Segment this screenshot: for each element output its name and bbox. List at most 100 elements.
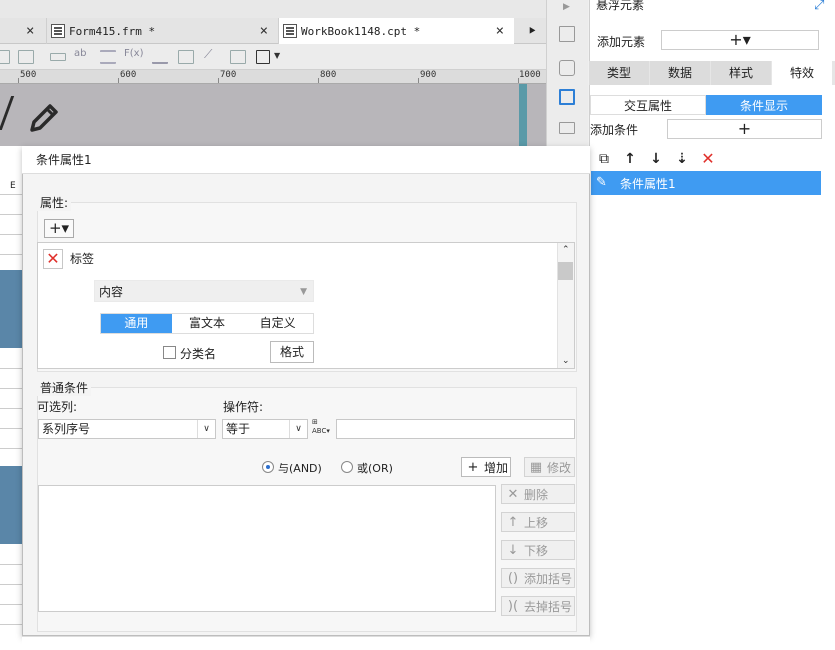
tab-label: Form415.frm * — [69, 24, 156, 38]
properties-legend: 属性: — [37, 194, 72, 211]
normal-condition-legend: 普通条件 — [37, 379, 92, 396]
modify-condition-button[interactable]: ▦ 修改 — [524, 457, 575, 477]
shape-icon[interactable] — [256, 50, 270, 64]
float-element-icon[interactable] — [559, 89, 575, 105]
condition-item[interactable]: ✎ 条件属性1 — [591, 171, 821, 195]
format-button[interactable]: 格式 — [270, 341, 314, 363]
effects-subtabs: 交互属性 条件显示 — [590, 95, 822, 115]
settings-icon[interactable] — [559, 60, 575, 76]
operator-select-value: 等于 — [226, 422, 251, 436]
ruler-mark: 500 — [20, 70, 37, 80]
button-label: 下移 — [524, 543, 549, 558]
tag-type-segments: 通用 富文本 自定义 — [100, 313, 314, 334]
add-condition-label: 添加条件 — [590, 123, 639, 137]
tab-type[interactable]: 类型 — [589, 61, 649, 85]
edit-icon: ▦ — [529, 459, 543, 475]
align-icon[interactable] — [100, 50, 116, 64]
title-strip — [0, 0, 546, 18]
scroll-up-icon[interactable]: ⌃ — [562, 245, 570, 255]
condition-list[interactable] — [38, 485, 496, 612]
move-down-button[interactable]: ↓ 下移 — [501, 540, 575, 560]
add-element-label: 添加元素 — [597, 35, 646, 49]
chevron-down-icon: ▼ — [300, 287, 307, 297]
button-label: 删除 — [524, 487, 549, 502]
radio-or-label: 或(OR) — [357, 462, 393, 475]
border-icon[interactable] — [0, 50, 10, 64]
tab-close-icon[interactable]: × — [496, 23, 504, 39]
arrow-down-icon: ↓ — [507, 542, 519, 558]
canvas-guide — [519, 84, 527, 146]
tab-overflow-icon[interactable]: ⯈ — [518, 18, 546, 44]
textfield-icon[interactable] — [50, 53, 66, 61]
category-checkbox[interactable] — [163, 346, 176, 359]
radio-and[interactable] — [262, 461, 274, 473]
property-tabs: 类型 数据 样式 特效 — [589, 61, 835, 85]
condition-value-input[interactable] — [336, 419, 575, 439]
scroll-down-icon[interactable]: ⌄ — [562, 356, 570, 366]
delete-condition-button[interactable]: ✕ 删除 — [501, 484, 575, 504]
copy-icon[interactable]: ⧉ — [596, 151, 612, 167]
label-widget-icon[interactable]: ab — [74, 48, 90, 62]
column-select[interactable]: 系列序号 ∨ — [38, 419, 216, 439]
move-up-button[interactable]: ↑ 上移 — [501, 512, 575, 532]
radio-or[interactable] — [341, 461, 353, 473]
delete-icon[interactable]: ✕ — [700, 151, 716, 167]
add-condition-entry-button[interactable]: + 增加 — [461, 457, 511, 477]
content-select-value: 内容 — [99, 285, 124, 299]
column-header: E — [10, 181, 16, 191]
button-label: 修改 — [547, 460, 572, 475]
tab-workbook1148[interactable]: WorkBook1148.cpt * × — [278, 18, 514, 44]
tab-data[interactable]: 数据 — [650, 61, 710, 85]
add-bracket-button[interactable]: () 添加括号 — [501, 568, 575, 588]
content-select[interactable]: 内容 ▼ — [94, 280, 314, 302]
remove-bracket-button[interactable]: )( 去掉括号 — [501, 596, 575, 616]
ruler-mark: 600 — [120, 70, 137, 80]
value-type-icon[interactable]: ⊞ ABC▾ — [312, 418, 332, 438]
widget-icon[interactable] — [559, 122, 575, 134]
segment-general[interactable]: 通用 — [101, 314, 172, 333]
arrow-up-icon[interactable]: ↑ — [622, 151, 638, 167]
tab-close-icon[interactable]: × — [260, 23, 268, 39]
tab-style[interactable]: 样式 — [711, 61, 771, 85]
button-label: 添加括号 — [524, 571, 573, 586]
arrow-down-icon[interactable]: ↓ — [648, 151, 664, 167]
add-condition-button[interactable]: + — [667, 119, 822, 139]
dialog-title: 条件属性1 — [22, 146, 590, 174]
remove-bracket-icon: )( — [507, 598, 519, 614]
form-file-icon — [51, 24, 65, 38]
remove-tag-icon[interactable]: ✕ — [43, 249, 63, 269]
segment-rich-text[interactable]: 富文本 — [172, 314, 243, 333]
doc-icon[interactable] — [230, 50, 246, 64]
subtab-interaction[interactable]: 交互属性 — [590, 95, 706, 115]
chevron-down-icon[interactable]: ▼ — [274, 51, 280, 60]
tab-effects[interactable]: 特效 — [772, 61, 832, 85]
column-select-value: 系列序号 — [42, 422, 91, 436]
tab-close-icon[interactable]: × — [26, 23, 34, 39]
operator-select[interactable]: 等于 ∨ — [222, 419, 308, 439]
radio-and-label: 与(AND) — [278, 462, 322, 475]
plus-icon: + — [467, 459, 479, 475]
pencil-icon: ✎ — [596, 175, 607, 190]
formula-icon[interactable]: F(x) — [124, 48, 143, 62]
scrollbar-thumb[interactable] — [558, 262, 573, 280]
subtab-conditional-display[interactable]: 条件显示 — [706, 95, 822, 115]
sheet-bottom-grid — [22, 636, 590, 650]
expand-arrow-icon[interactable]: ⤢ — [814, 0, 824, 13]
workbook-file-icon — [283, 24, 297, 38]
layout-icon[interactable] — [559, 26, 575, 42]
chart-icon[interactable] — [152, 50, 168, 64]
tab-hidden[interactable]: × — [0, 18, 46, 44]
format-toolbar: ab F(x) ⟋ ▼ — [0, 44, 546, 70]
grid-icon[interactable] — [18, 50, 34, 64]
condition-toolbar: ⧉ ↑ ↓ ⇣ ✕ — [596, 149, 716, 169]
move-bottom-icon[interactable]: ⇣ — [674, 151, 690, 167]
tab-form415[interactable]: Form415.frm * × — [46, 18, 278, 44]
image-icon[interactable] — [178, 50, 194, 64]
column-label: 可选列: — [37, 400, 78, 414]
arrow-up-icon: ↑ — [507, 514, 519, 530]
add-property-button[interactable]: +▾ — [44, 219, 74, 238]
add-element-button[interactable]: +▾ — [661, 30, 819, 50]
segment-custom[interactable]: 自定义 — [242, 314, 313, 333]
expand-icon[interactable]: ▶ — [563, 2, 570, 12]
line-icon[interactable]: ⟋ — [204, 47, 220, 61]
